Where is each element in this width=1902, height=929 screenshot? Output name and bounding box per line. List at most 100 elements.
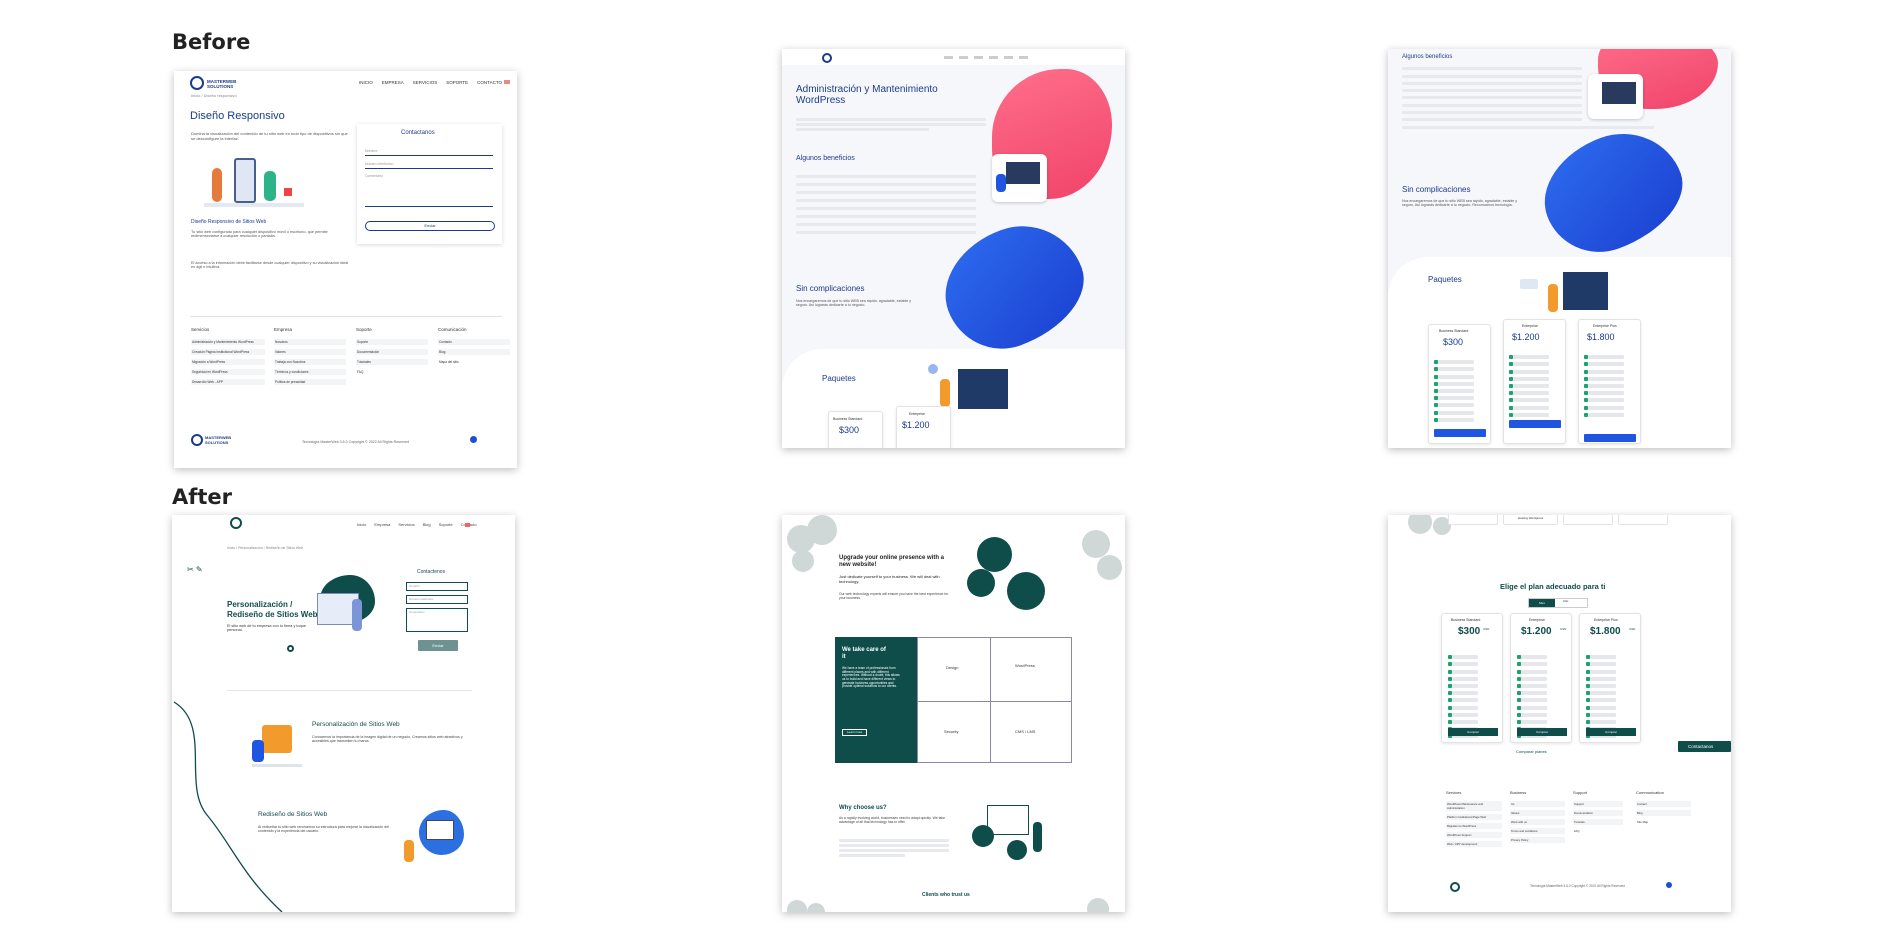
footer-link[interactable]: FAQ [356, 369, 428, 375]
why-illustration [967, 800, 1052, 870]
nav-servicios[interactable]: SERVICIOS [413, 80, 437, 85]
plan-price: $1.800 [1587, 332, 1615, 342]
footer-link[interactable]: Documentation [1573, 810, 1623, 816]
learn-more-button[interactable]: Learn more [842, 729, 868, 737]
footer-link[interactable]: Terms and conditions [1510, 828, 1565, 834]
footer-link[interactable]: Site Map [1636, 819, 1691, 825]
footer-col-title: Communication [1636, 790, 1664, 795]
footer-link[interactable]: Privacy Policy [1510, 837, 1565, 843]
footer-link[interactable]: Migración a WordPress [191, 359, 265, 365]
footer-link[interactable]: Política de privacidad [274, 379, 346, 385]
footer-link[interactable]: Tutorials [1573, 819, 1623, 825]
plan-card-enterprise: Enterprise $1.200 USD Comprar [1510, 613, 1572, 743]
footer-link[interactable]: Nosotros [274, 339, 346, 345]
facebook-icon[interactable] [1666, 882, 1672, 888]
footer-link[interactable]: Contacto [438, 339, 510, 345]
flag-icon[interactable] [504, 80, 510, 84]
footer-link[interactable]: Us [1510, 801, 1565, 807]
toggle-month[interactable]: Mes [1529, 599, 1555, 607]
body-text-2: El acceso a la información debe facilita… [191, 261, 349, 270]
after-label: After [172, 485, 233, 509]
tab-card[interactable] [1618, 515, 1668, 525]
plan-card-enterprise: Enterprise $1.200 [896, 406, 951, 448]
footer-col-title: Servicios [191, 327, 210, 332]
footer-logo [191, 434, 203, 446]
tab-hosting-wordpress[interactable]: Hosting Wordpress [1503, 515, 1558, 525]
toggle-year[interactable]: Año [1563, 599, 1568, 603]
page-title-line2: WordPress [796, 95, 846, 106]
page-title: Diseño Responsivo [190, 110, 285, 122]
footer-link[interactable]: Support [1573, 801, 1623, 807]
section-subtitle: Diseño Responsivo de Sitios Web [191, 219, 267, 225]
footer-link[interactable]: Soporte [356, 339, 428, 345]
cell-cms[interactable]: CMS / LMS [1015, 729, 1035, 735]
footer-link[interactable]: Migration to WordPress [1446, 823, 1502, 829]
nav-contacto[interactable]: CONTACTO [477, 80, 502, 85]
footer-col-servicios: Servicios Administración y Mantenimiento… [191, 327, 265, 389]
billing-toggle[interactable]: Mes Año [1528, 598, 1588, 608]
tab-card[interactable] [1448, 515, 1498, 525]
redesign-body: Al rediseñar tu sitio web renovamos su e… [258, 825, 390, 834]
footer-link[interactable]: Administración y Mantenimiento WordPress [191, 339, 265, 345]
nav-empresa[interactable]: EMPRESA [382, 80, 404, 85]
footer-link[interactable]: Blog [1636, 810, 1691, 816]
plan-unit: USD [1629, 627, 1636, 631]
footer-col-title: Business [1510, 790, 1527, 795]
cell-security[interactable]: Security [944, 729, 958, 735]
benefits-title: Algunos beneficios [1402, 54, 1453, 60]
why-title: Why choose us? [839, 805, 887, 811]
footer-link[interactable]: Seguridad en WordPress [191, 369, 265, 375]
body-text-1: Tu sitio web configurado para cualquier … [191, 230, 328, 239]
plan-name: Enterprise Plus [1593, 324, 1617, 328]
footer-link[interactable]: WordPress Support [1446, 832, 1502, 838]
buy-button[interactable] [1434, 429, 1486, 437]
buy-button[interactable]: Comprar [1448, 728, 1498, 736]
footer-col-business: Business Us Values Work with us Terms an… [1510, 790, 1565, 846]
footer-link[interactable]: Tutoriales [356, 359, 428, 365]
footer-link[interactable]: Desarrollo Web - APP [191, 379, 265, 385]
cell-wordpress[interactable]: WordPress [1015, 663, 1035, 669]
plan-price: $1.200 [1512, 332, 1540, 342]
footer-link[interactable]: Valores [274, 349, 346, 355]
submit-button[interactable]: Enviar [365, 221, 495, 231]
benefits-title: Algunos beneficios [796, 155, 855, 162]
name-field[interactable]: Nombre [365, 149, 493, 157]
footer-link[interactable]: Contact [1636, 801, 1691, 807]
footer-link[interactable]: Trabaja con Nosotros [274, 359, 346, 365]
footer-link[interactable]: Work with us [1510, 819, 1565, 825]
phone-field[interactable]: Número telefónico [365, 162, 493, 170]
compare-plans-link[interactable]: Comparar planes [1516, 749, 1547, 755]
footer-link[interactable]: Blog [438, 349, 510, 355]
plan-name: Enterprise [1529, 618, 1545, 622]
cell-design[interactable]: Design [946, 665, 958, 671]
plan-price: $300 [1443, 337, 1464, 347]
intro-text: Domina la visualización del contenido de… [191, 131, 348, 141]
computer-illustration [992, 154, 1047, 202]
footer-link[interactable]: WordPress Maintenance and Administration [1446, 801, 1502, 811]
contact-floating-button[interactable]: Contactanos [1678, 741, 1731, 752]
buy-button[interactable]: Comprar [1586, 728, 1636, 736]
footer-col-title: Soporte [356, 327, 372, 332]
plan-price: $300 [839, 425, 860, 435]
nav-soporte[interactable]: SOPORTE [446, 80, 468, 85]
footer-link[interactable]: Mapa del sitio [438, 359, 510, 365]
footer-link[interactable]: Values [1510, 810, 1565, 816]
footer-link[interactable]: Web / APP development [1446, 841, 1502, 847]
footer-link[interactable]: FAQ [1573, 828, 1623, 834]
before-wordpress-page-continued: Algunos beneficios Sin complicaciones No… [1388, 49, 1731, 448]
buy-button[interactable] [1584, 434, 1636, 442]
footer-link[interactable]: Creación Página Institutional WordPress [191, 349, 265, 355]
nav-inicio[interactable]: INICIO [359, 80, 373, 85]
feature-list [1509, 352, 1549, 420]
nav-links[interactable] [944, 56, 1034, 59]
tab-card[interactable] [1563, 515, 1613, 525]
footer-link[interactable]: Términos y condiciones [274, 369, 346, 375]
footer-link[interactable]: Platform Institutional Page Web [1446, 814, 1502, 820]
facebook-icon[interactable] [470, 436, 477, 443]
hero-subtitle: Just dedicate yourself to your business.… [839, 574, 940, 584]
buy-button[interactable]: Comprar [1517, 728, 1567, 736]
plan-unit: USD [1483, 627, 1490, 631]
buy-button[interactable] [1509, 420, 1561, 428]
footer-link[interactable]: Documentación [356, 349, 428, 355]
comment-field[interactable]: Comentario [365, 174, 493, 207]
